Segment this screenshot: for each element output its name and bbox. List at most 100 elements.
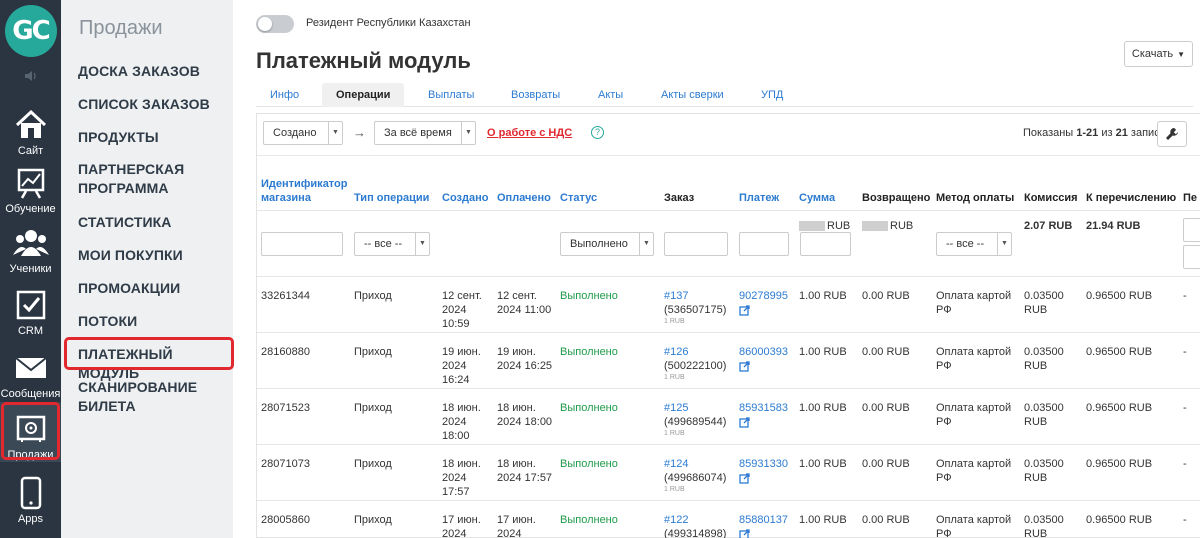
filter-shop-id-input[interactable] xyxy=(261,232,343,256)
download-button[interactable]: Скачать ▼ xyxy=(1124,41,1193,67)
page-title: Платежный модуль xyxy=(256,48,471,73)
tab-operations[interactable]: Операции xyxy=(322,83,405,107)
sound-icon[interactable] xyxy=(0,62,61,90)
col-header-sum[interactable]: Сумма xyxy=(799,191,835,205)
submenu-item-ticket-scan[interactable]: СКАНИРОВАНИЕ БИЛЕТА xyxy=(78,378,208,416)
period-select[interactable]: За всё время ▼ xyxy=(374,121,476,145)
cell-created: 17 июн. 2024 xyxy=(442,514,481,538)
order-link[interactable]: #137 xyxy=(664,289,734,303)
rail-item-label: Обучение xyxy=(5,203,56,215)
order-link[interactable]: #124 xyxy=(664,457,734,471)
submenu-item-partner-program[interactable]: ПАРТНЕРСКАЯ ПРОГРАММА xyxy=(78,160,218,198)
submenu-item-streams[interactable]: ПОТОКИ xyxy=(78,312,137,331)
order-link[interactable]: #125 xyxy=(664,401,734,415)
payment-link[interactable]: 85931330 xyxy=(739,458,788,470)
filter-extra-input-bottom[interactable] xyxy=(1183,245,1200,269)
external-link-icon[interactable] xyxy=(739,417,794,432)
rail-item-label: Сообщения xyxy=(0,388,61,400)
submenu-item-promotions[interactable]: ПРОМОАКЦИИ xyxy=(78,279,180,298)
logo[interactable]: GC xyxy=(0,0,61,62)
cell-payment[interactable]: 85931583 xyxy=(739,401,794,432)
cell-commission: 0.03500 RUB xyxy=(1024,514,1064,538)
submenu-item-my-purchases[interactable]: МОИ ПОКУПКИ xyxy=(78,246,183,265)
cell-shop-id: 28005860 xyxy=(261,514,310,526)
submenu-item-order-board[interactable]: ДОСКА ЗАКАЗОВ xyxy=(78,62,200,81)
chevron-down-icon: ▼ xyxy=(461,122,475,144)
phone-icon xyxy=(0,474,61,512)
rail-item-students[interactable]: Ученики xyxy=(0,216,61,276)
cell-paid: 18 июн. 2024 17:57 xyxy=(497,458,553,484)
col-header-shop-id[interactable]: Идентификатор магазина xyxy=(261,177,351,205)
col-header-status[interactable]: Статус xyxy=(560,191,597,205)
rail-item-apps[interactable]: Apps xyxy=(0,466,61,526)
cell-payment[interactable]: 86000393 xyxy=(739,345,794,376)
cell-op-type: Приход xyxy=(354,346,392,358)
cell-extra: - xyxy=(1183,458,1187,470)
cell-shop-id: 28071073 xyxy=(261,458,310,470)
table-settings-button[interactable] xyxy=(1157,121,1187,147)
cell-payment[interactable]: 85931330 xyxy=(739,457,794,488)
submenu-item-products[interactable]: ПРОДУКТЫ xyxy=(78,128,159,147)
tab-acts[interactable]: Акты xyxy=(584,83,637,107)
external-link-icon[interactable] xyxy=(739,305,794,320)
col-header-created[interactable]: Создано xyxy=(442,191,488,205)
cell-extra: - xyxy=(1183,346,1187,358)
cell-returned: 0.00 RUB xyxy=(862,458,910,470)
date-type-select[interactable]: Создано ▼ xyxy=(263,121,343,145)
col-header-extra: Пе xyxy=(1183,192,1198,204)
tab-refunds[interactable]: Возвраты xyxy=(497,83,574,107)
col-header-method: Метод оплаты xyxy=(936,192,1015,204)
cell-returned: 0.00 RUB xyxy=(862,514,910,526)
external-link-icon[interactable] xyxy=(739,473,794,488)
payment-link[interactable]: 86000393 xyxy=(739,346,788,358)
external-link-icon[interactable] xyxy=(739,361,794,376)
total-commission: 2.07 RUB xyxy=(1024,220,1073,232)
submenu-item-order-list[interactable]: СПИСОК ЗАКАЗОВ xyxy=(78,95,210,114)
cell-payment[interactable]: 85880137 xyxy=(739,513,794,538)
col-header-op-type[interactable]: Тип операции xyxy=(354,191,429,205)
tab-upd[interactable]: УПД xyxy=(747,83,797,107)
order-number: (499689544) xyxy=(664,416,727,428)
submenu-item-statistics[interactable]: СТАТИСТИКА xyxy=(78,213,172,232)
records-count-total: 21 xyxy=(1115,127,1128,139)
order-amount-small: 1 RUB xyxy=(664,318,685,325)
tab-info[interactable]: Инфо xyxy=(256,83,313,107)
resident-toggle[interactable] xyxy=(256,15,294,33)
order-link[interactable]: #122 xyxy=(664,513,734,527)
resident-toggle-label: Резидент Республики Казахстан xyxy=(306,17,471,29)
help-icon[interactable]: ? xyxy=(591,126,604,139)
payment-link[interactable]: 85931583 xyxy=(739,402,788,414)
filter-extra-input-top[interactable] xyxy=(1183,218,1200,242)
cell-op-type: Приход xyxy=(354,402,392,414)
total-transfer: 21.94 RUB xyxy=(1086,220,1141,232)
rail-item-crm[interactable]: CRM xyxy=(0,278,61,338)
order-number: (500222100) xyxy=(664,360,727,372)
filter-status-select[interactable]: Выполнено ▼ xyxy=(560,232,654,256)
payment-link[interactable]: 85880137 xyxy=(739,514,788,526)
order-number: (499686074) xyxy=(664,472,727,484)
cell-status: Выполнено xyxy=(560,346,618,358)
rail-item-site[interactable]: Сайт xyxy=(0,98,61,158)
cell-sum: 1.00 RUB xyxy=(799,290,847,302)
cell-created: 19 июн. 2024 16:24 xyxy=(442,346,481,386)
filter-order-input[interactable] xyxy=(664,232,728,256)
rail-item-messages[interactable]: Сообщения xyxy=(0,341,61,401)
cell-payment[interactable]: 90278995 xyxy=(739,289,794,320)
payment-link[interactable]: 90278995 xyxy=(739,290,788,302)
tab-payouts[interactable]: Выплаты xyxy=(414,83,488,107)
vat-info-link[interactable]: О работе с НДС xyxy=(487,127,572,139)
col-header-returned: Возвращено xyxy=(862,192,931,204)
cell-paid: 19 июн. 2024 16:25 xyxy=(497,346,553,372)
external-link-icon[interactable] xyxy=(739,529,794,538)
filter-method-select[interactable]: -- все -- ▼ xyxy=(936,232,1012,256)
filter-op-type-select[interactable]: -- все -- ▼ xyxy=(354,232,430,256)
rail-item-learning[interactable]: Обучение xyxy=(0,156,61,216)
row-divider xyxy=(257,388,1200,389)
filter-payment-input[interactable] xyxy=(739,232,789,256)
checkbox-icon xyxy=(0,286,61,324)
filter-sum-input[interactable] xyxy=(800,232,851,256)
order-link[interactable]: #126 xyxy=(664,345,734,359)
col-header-payment[interactable]: Платеж xyxy=(739,191,779,205)
tab-reconciliation-acts[interactable]: Акты сверки xyxy=(647,83,738,107)
col-header-paid[interactable]: Оплачено xyxy=(497,191,551,205)
